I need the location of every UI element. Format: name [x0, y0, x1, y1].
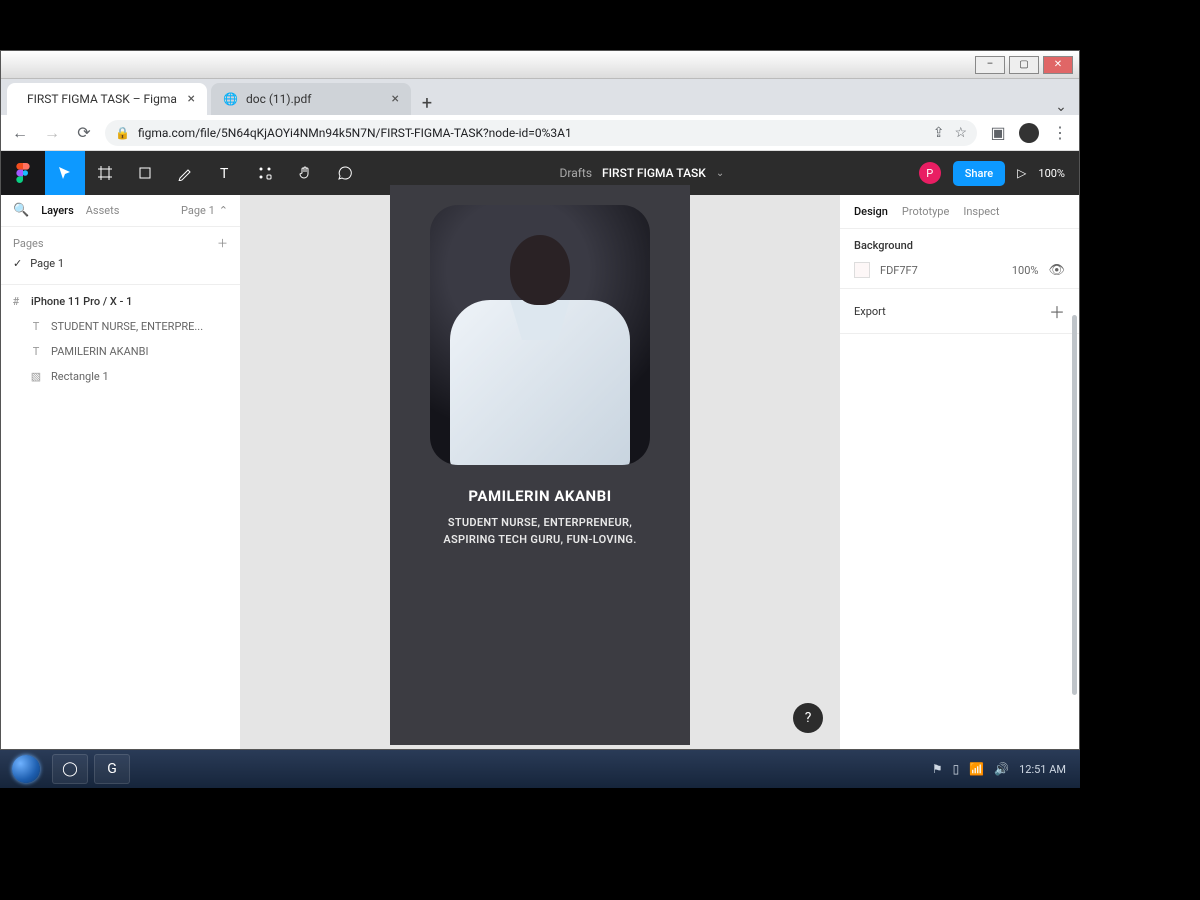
shape-tool[interactable]: [125, 151, 165, 195]
resources-tool[interactable]: [245, 151, 285, 195]
profile-photo: [430, 205, 650, 465]
extensions-icon[interactable]: ▣: [987, 122, 1009, 144]
layers-list: # iPhone 11 Pro / X - 1 T STUDENT NURSE,…: [1, 285, 240, 393]
move-tool[interactable]: [45, 151, 85, 195]
background-section-label: Background: [854, 239, 1065, 252]
tray-volume-icon[interactable]: 🔊: [994, 762, 1009, 776]
tray-battery-icon[interactable]: ▯: [953, 762, 960, 776]
color-swatch[interactable]: [854, 262, 870, 278]
figma-app: T Drafts FIRST FIGMA TASK ⌄ P Share ▷ 10…: [1, 151, 1079, 749]
browser-tabstrip: FIRST FIGMA TASK – Figma × 🌐 doc (11).pd…: [1, 79, 1079, 115]
background-opacity[interactable]: 100%: [1012, 264, 1039, 277]
prototype-tab[interactable]: Prototype: [902, 205, 949, 218]
pages-label: Pages: [13, 237, 44, 250]
visibility-icon[interactable]: 👁: [1048, 263, 1065, 278]
right-panel: Design Prototype Inspect Background FDF7…: [839, 195, 1079, 749]
export-section-label: Export: [854, 305, 886, 318]
windows-taskbar: ◯ G ⚑ ▯ 📶 🔊 12:51 AM: [0, 750, 1080, 788]
browser-tab-inactive[interactable]: 🌐 doc (11).pdf ×: [211, 83, 411, 115]
lock-icon: 🔒: [115, 126, 130, 140]
frame-layer[interactable]: # iPhone 11 Pro / X - 1: [1, 289, 240, 314]
profile-name-text: PAMILERIN AKANBI: [468, 487, 611, 505]
tray-clock[interactable]: 12:51 AM: [1019, 763, 1066, 776]
user-avatar[interactable]: P: [919, 162, 941, 184]
text-icon: T: [29, 345, 43, 358]
image-icon: ▧: [29, 370, 43, 383]
tab-close-icon[interactable]: ×: [392, 91, 399, 107]
kebab-menu-icon[interactable]: ⋮: [1049, 122, 1071, 144]
pen-tool[interactable]: [165, 151, 205, 195]
page-picker[interactable]: Page 1 ⌃: [181, 204, 228, 217]
file-title[interactable]: FIRST FIGMA TASK: [602, 166, 706, 180]
tabs-dropdown-icon[interactable]: ⌄: [1049, 99, 1073, 115]
left-panel: 🔍 Layers Assets Page 1 ⌃ Pages ＋ ✓ Page …: [1, 195, 241, 749]
zoom-level[interactable]: 100%: [1038, 167, 1065, 180]
layers-tab[interactable]: Layers: [41, 204, 74, 217]
chevron-down-icon[interactable]: ⌄: [716, 168, 724, 179]
window-titlebar: – ▢ ✕: [1, 51, 1079, 79]
canvas[interactable]: PAMILERIN AKANBI STUDENT NURSE, ENTERPRE…: [241, 195, 839, 749]
bookmark-icon[interactable]: ☆: [954, 125, 967, 141]
search-icon[interactable]: 🔍: [13, 203, 29, 218]
windows-orb-icon: [12, 755, 40, 783]
frame-icon: #: [9, 295, 23, 308]
figma-menu-button[interactable]: [1, 151, 45, 195]
artboard-iphone11[interactable]: PAMILERIN AKANBI STUDENT NURSE, ENTERPRE…: [390, 185, 690, 745]
omnibox[interactable]: 🔒 figma.com/file/5N64qKjAOYi4NMn94k5N7N/…: [105, 120, 977, 146]
tab-title: doc (11).pdf: [246, 92, 311, 106]
window-minimize-button[interactable]: –: [975, 56, 1005, 74]
window-maximize-button[interactable]: ▢: [1009, 56, 1039, 74]
design-tab[interactable]: Design: [854, 205, 888, 218]
globe-favicon-icon: 🌐: [223, 92, 238, 106]
taskbar-app-icon[interactable]: G: [94, 754, 130, 784]
scrollbar[interactable]: [1072, 315, 1077, 695]
browser-tab-active[interactable]: FIRST FIGMA TASK – Figma ×: [7, 83, 207, 115]
drafts-label[interactable]: Drafts: [559, 166, 592, 180]
check-icon: ✓: [13, 257, 22, 270]
new-tab-button[interactable]: +: [415, 91, 439, 115]
os-window: – ▢ ✕ FIRST FIGMA TASK – Figma × 🌐 doc (…: [0, 50, 1080, 750]
share-button[interactable]: Share: [953, 161, 1005, 186]
taskbar-chrome-icon[interactable]: ◯: [52, 754, 88, 784]
hand-tool[interactable]: [285, 151, 325, 195]
text-icon: T: [29, 320, 43, 333]
nav-reload-button[interactable]: ⟳: [73, 122, 95, 144]
add-export-button[interactable]: ＋: [1049, 299, 1065, 323]
assets-tab[interactable]: Assets: [86, 204, 120, 217]
system-tray: ⚑ ▯ 📶 🔊 12:51 AM: [932, 762, 1074, 776]
text-layer[interactable]: T STUDENT NURSE, ENTERPRE...: [1, 314, 240, 339]
comment-tool[interactable]: [325, 151, 365, 195]
window-close-button[interactable]: ✕: [1043, 56, 1073, 74]
tray-network-icon[interactable]: 📶: [969, 762, 984, 776]
help-button[interactable]: ?: [793, 703, 823, 733]
frame-tool[interactable]: [85, 151, 125, 195]
add-page-button[interactable]: ＋: [217, 235, 228, 251]
share-url-icon[interactable]: ⇪: [933, 125, 945, 141]
tab-close-icon[interactable]: ×: [188, 91, 195, 107]
inspect-tab[interactable]: Inspect: [963, 205, 999, 218]
background-hex[interactable]: FDF7F7: [880, 264, 1002, 277]
nav-back-button[interactable]: ←: [9, 122, 31, 144]
profile-avatar-icon[interactable]: [1019, 123, 1039, 143]
profile-bio-text: STUDENT NURSE, ENTERPRENEUR, ASPIRING TE…: [443, 515, 636, 548]
chevron-up-icon: ⌃: [219, 204, 228, 217]
figma-body: 🔍 Layers Assets Page 1 ⌃ Pages ＋ ✓ Page …: [1, 195, 1079, 749]
start-button[interactable]: [6, 754, 46, 784]
rect-layer[interactable]: ▧ Rectangle 1: [1, 364, 240, 389]
url-text: figma.com/file/5N64qKjAOYi4NMn94k5N7N/FI…: [138, 126, 572, 140]
nav-forward-button[interactable]: →: [41, 122, 63, 144]
text-tool[interactable]: T: [205, 151, 245, 195]
present-button[interactable]: ▷: [1017, 166, 1026, 180]
browser-urlbar: ← → ⟳ 🔒 figma.com/file/5N64qKjAOYi4NMn94…: [1, 115, 1079, 151]
text-layer[interactable]: T PAMILERIN AKANBI: [1, 339, 240, 364]
tray-flag-icon[interactable]: ⚑: [932, 762, 943, 776]
svg-text:T: T: [220, 166, 229, 181]
tab-title: FIRST FIGMA TASK – Figma: [27, 92, 177, 106]
page-item[interactable]: ✓ Page 1: [13, 251, 228, 276]
